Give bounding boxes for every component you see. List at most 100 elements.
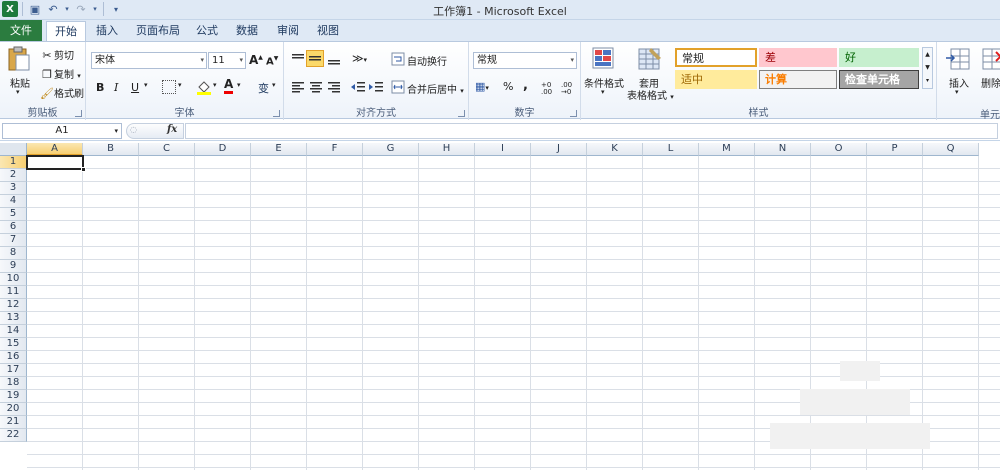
grow-font-button[interactable]: A▲ [249, 53, 263, 67]
row-header-14[interactable]: 14 [0, 325, 27, 338]
increase-decimal-icon[interactable]: +0.00 [541, 82, 552, 96]
tab-page-layout[interactable]: 页面布局 [130, 21, 186, 41]
row-header-15[interactable]: 15 [0, 338, 27, 351]
row-header-8[interactable]: 8 [0, 247, 27, 260]
shrink-font-button[interactable]: A▼ [266, 55, 278, 67]
border-icon[interactable] [162, 80, 176, 94]
font-color-button[interactable]: A [224, 78, 234, 94]
column-header-m[interactable]: M [699, 143, 755, 156]
row-header-13[interactable]: 13 [0, 312, 27, 325]
conditional-format-dropdown-icon[interactable]: ▾ [601, 88, 605, 96]
tab-insert[interactable]: 插入 [88, 21, 126, 41]
phonetic-button[interactable]: 变 [258, 80, 269, 96]
row-header-9[interactable]: 9 [0, 260, 27, 273]
align-left-icon[interactable] [290, 80, 306, 94]
font-size-select[interactable]: 11 ▾ [208, 52, 246, 69]
row-header-5[interactable]: 5 [0, 208, 27, 221]
formula-resize-icon[interactable]: ◌ [130, 125, 137, 134]
accounting-format-icon[interactable]: ▦▾ [475, 80, 489, 93]
column-header-k[interactable]: K [587, 143, 643, 156]
format-as-table-button[interactable]: 表格格式 ▾ [627, 87, 674, 102]
row-header-2[interactable]: 2 [0, 169, 27, 182]
format-as-table-icon[interactable] [637, 46, 663, 72]
column-header-f[interactable]: F [307, 143, 363, 156]
column-header-g[interactable]: G [363, 143, 419, 156]
tab-view[interactable]: 视图 [310, 21, 346, 41]
row-header-11[interactable]: 11 [0, 286, 27, 299]
name-box[interactable]: A1 ▾ [2, 123, 122, 139]
column-header-i[interactable]: I [475, 143, 531, 156]
row-header-7[interactable]: 7 [0, 234, 27, 247]
paste-dropdown-icon[interactable]: ▾ [16, 88, 20, 96]
delete-cells-button[interactable]: 删除 [981, 75, 1000, 90]
merge-center-icon[interactable] [391, 80, 405, 94]
insert-function-icon[interactable]: fx [167, 124, 177, 135]
underline-dropdown-icon[interactable]: ▾ [144, 81, 148, 89]
row-header-10[interactable]: 10 [0, 273, 27, 286]
row-header-18[interactable]: 18 [0, 377, 27, 390]
clipboard-launcher-icon[interactable] [75, 110, 82, 117]
comma-style-button[interactable]: , [523, 78, 528, 93]
cell-style-normal[interactable]: 常规 [675, 48, 757, 67]
row-header-1[interactable]: 1 [0, 156, 27, 169]
styles-gallery-scroll[interactable]: ▲ ▼ ▾ [922, 47, 933, 89]
select-all-corner[interactable] [0, 143, 27, 156]
align-right-icon[interactable] [326, 80, 342, 94]
number-launcher-icon[interactable] [570, 110, 577, 117]
orientation-icon[interactable]: ≫▾ [352, 52, 367, 65]
increase-indent-icon[interactable] [368, 80, 384, 94]
column-header-c[interactable]: C [139, 143, 195, 156]
paste-icon[interactable] [6, 46, 32, 72]
column-header-o[interactable]: O [811, 143, 867, 156]
column-header-d[interactable]: D [195, 143, 251, 156]
merge-center-button[interactable]: 合并后居中 ▾ [407, 81, 464, 96]
active-cell-a1[interactable] [26, 155, 84, 170]
wrap-text-icon[interactable] [391, 52, 405, 66]
insert-cells-button[interactable]: 插入 [949, 75, 969, 90]
fill-color-dropdown-icon[interactable]: ▾ [213, 81, 217, 89]
gallery-up-icon[interactable]: ▲ [923, 48, 932, 61]
column-header-h[interactable]: H [419, 143, 475, 156]
paste-button[interactable]: 粘贴 [10, 75, 30, 90]
font-launcher-icon[interactable] [273, 110, 280, 117]
fill-color-icon[interactable] [196, 79, 212, 95]
tab-data[interactable]: 数据 [228, 21, 266, 41]
conditional-format-icon[interactable] [591, 46, 617, 72]
cell-style-check-cell[interactable]: 检查单元格 [839, 70, 919, 89]
column-header-l[interactable]: L [643, 143, 699, 156]
column-header-j[interactable]: J [531, 143, 587, 156]
fill-handle[interactable] [81, 167, 86, 172]
row-header-6[interactable]: 6 [0, 221, 27, 234]
row-header-12[interactable]: 12 [0, 299, 27, 312]
decrease-decimal-icon[interactable]: .00 →0 [561, 82, 572, 96]
format-painter-button[interactable]: 🖌格式刷 [40, 85, 84, 101]
tab-review[interactable]: 审阅 [270, 21, 306, 41]
gallery-down-icon[interactable]: ▼ [923, 61, 932, 74]
cell-style-bad[interactable]: 差 [759, 48, 837, 67]
row-header-21[interactable]: 21 [0, 416, 27, 429]
underline-button[interactable]: U [131, 81, 139, 94]
row-header-17[interactable]: 17 [0, 364, 27, 377]
tab-formulas[interactable]: 公式 [190, 21, 224, 41]
column-header-p[interactable]: P [867, 143, 923, 156]
row-header-20[interactable]: 20 [0, 403, 27, 416]
italic-button[interactable]: I [114, 81, 118, 94]
align-center-icon[interactable] [308, 80, 324, 94]
column-header-n[interactable]: N [755, 143, 811, 156]
cut-button[interactable]: ✂ 剪切 [40, 47, 74, 63]
percent-style-button[interactable]: % [503, 80, 513, 93]
copy-button[interactable]: ❐ 复制 ▾ [40, 66, 81, 82]
row-header-4[interactable]: 4 [0, 195, 27, 208]
align-top-icon[interactable] [290, 52, 306, 66]
formula-input[interactable] [185, 123, 998, 139]
font-color-dropdown-icon[interactable]: ▾ [237, 81, 241, 89]
column-header-e[interactable]: E [251, 143, 307, 156]
row-header-19[interactable]: 19 [0, 390, 27, 403]
insert-cells-icon[interactable] [945, 46, 971, 72]
wrap-text-button[interactable]: 自动换行 [407, 53, 447, 68]
tab-file[interactable]: 文件 [0, 20, 42, 41]
number-format-select[interactable]: 常规 ▾ [473, 52, 577, 69]
font-name-select[interactable]: 宋体 ▾ [91, 52, 207, 69]
alignment-launcher-icon[interactable] [458, 110, 465, 117]
insert-dropdown-icon[interactable]: ▾ [955, 88, 959, 96]
